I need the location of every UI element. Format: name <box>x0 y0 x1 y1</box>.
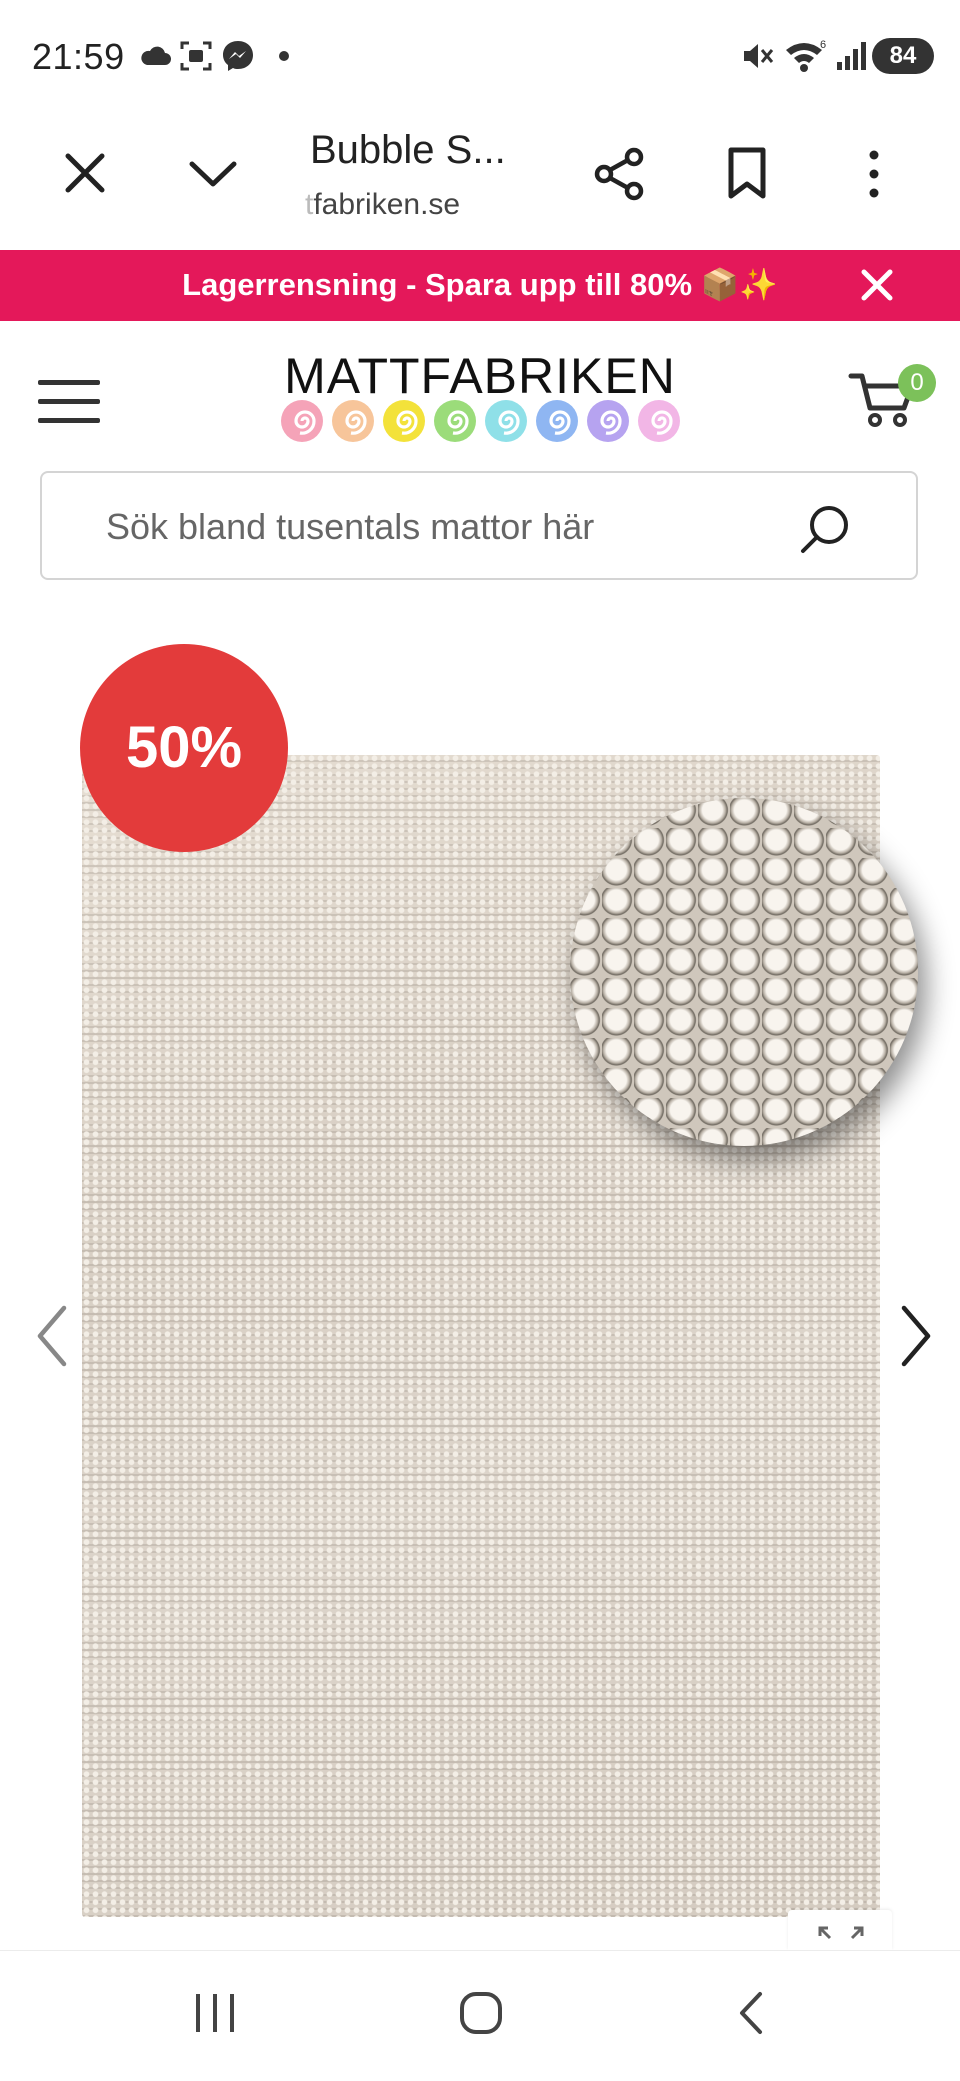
mute-icon <box>744 44 774 68</box>
promo-close-icon[interactable] <box>852 258 902 312</box>
svg-text:6: 6 <box>820 39 826 51</box>
hamburger-menu-icon[interactable] <box>38 378 102 426</box>
close-icon[interactable] <box>60 148 110 198</box>
status-time: 21:59 <box>32 36 125 77</box>
cart-count-badge: 0 <box>898 364 936 402</box>
screenshot-icon <box>180 41 212 71</box>
discount-badge: 50% <box>80 644 288 852</box>
search-icon[interactable] <box>795 500 855 560</box>
cloud-icon <box>141 46 171 65</box>
page-title: Bubble S... <box>310 128 506 172</box>
texture-closeup <box>570 798 918 1146</box>
logo[interactable]: MATTFABRIKEN <box>275 347 685 405</box>
status-bar: 21:59 6 84 <box>0 0 960 115</box>
dot-icon <box>279 51 289 61</box>
recent-apps-icon[interactable] <box>190 1988 240 2038</box>
next-image-arrow-icon[interactable] <box>890 1296 940 1376</box>
prev-image-arrow-icon[interactable] <box>28 1296 78 1376</box>
bookmark-icon[interactable] <box>724 146 770 202</box>
page-url: tfabriken.se <box>305 188 461 221</box>
messenger-icon <box>223 41 253 71</box>
home-icon[interactable] <box>458 1990 504 2036</box>
search-bar <box>40 471 918 580</box>
expand-icon <box>818 1926 864 1940</box>
fullscreen-button[interactable] <box>788 1910 892 1950</box>
promo-text: Lagerrensning - Spara upp till 80% 📦✨ <box>182 267 778 302</box>
chevron-down-icon[interactable] <box>186 152 240 196</box>
battery-icon: 84 <box>872 38 934 74</box>
more-vert-icon[interactable] <box>862 148 886 200</box>
signal-icon <box>837 42 866 70</box>
wifi-icon: 6 <box>786 39 826 72</box>
back-icon[interactable] <box>730 1988 774 2038</box>
search-input[interactable] <box>104 501 788 553</box>
share-icon[interactable] <box>590 145 648 203</box>
logo-swirls <box>281 400 680 442</box>
